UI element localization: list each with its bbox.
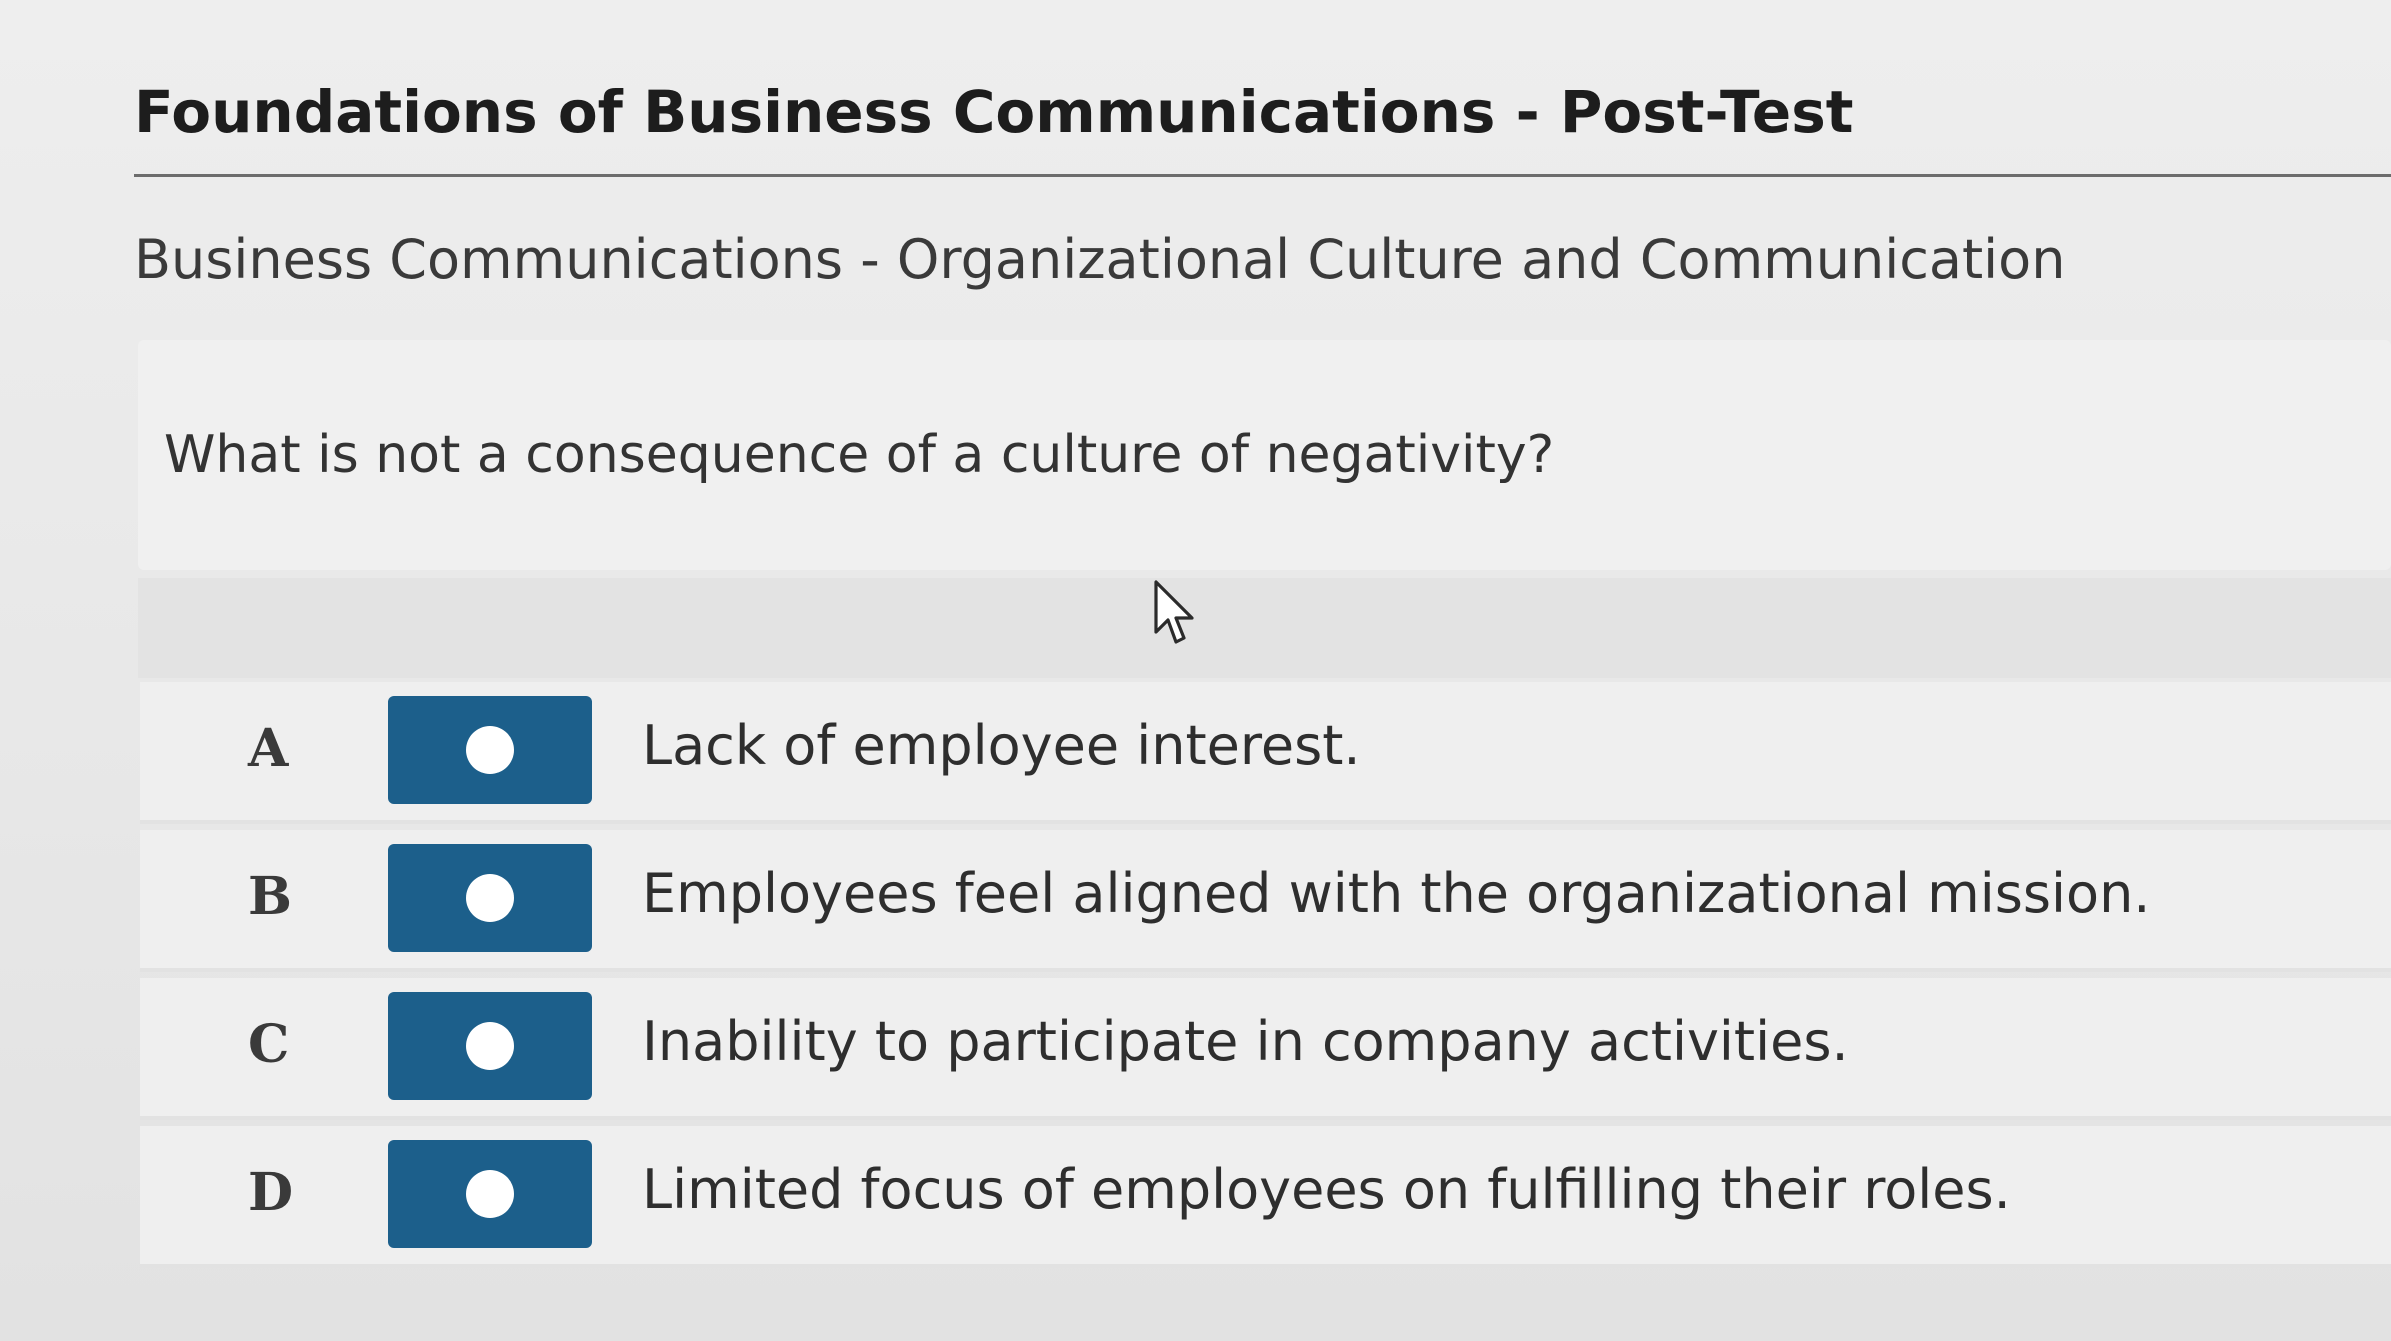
option-text[interactable]: Limited focus of employees on fulfilling…	[642, 1158, 2011, 1221]
radio-button-d[interactable]	[388, 1140, 592, 1248]
radio-dot-icon	[466, 874, 514, 922]
option-letter: A	[248, 718, 289, 779]
answers-header-band	[138, 578, 2391, 678]
page-title: Foundations of Business Communications -…	[134, 78, 1854, 146]
question-text: What is not a consequence of a culture o…	[164, 425, 1555, 485]
answer-option-a[interactable]: A Lack of employee interest.	[140, 682, 2391, 824]
radio-button-b[interactable]	[388, 844, 592, 952]
option-text[interactable]: Employees feel aligned with the organiza…	[642, 862, 2150, 925]
answer-option-b[interactable]: B Employees feel aligned with the organi…	[140, 830, 2391, 972]
option-letter: C	[248, 1014, 290, 1075]
option-text[interactable]: Inability to participate in company acti…	[642, 1010, 1849, 1073]
radio-dot-icon	[466, 1022, 514, 1070]
radio-button-c[interactable]	[388, 992, 592, 1100]
option-letter: D	[248, 1162, 294, 1223]
radio-button-a[interactable]	[388, 696, 592, 804]
option-text[interactable]: Lack of employee interest.	[642, 714, 1361, 777]
title-divider	[134, 174, 2391, 177]
option-letter: B	[248, 866, 292, 927]
radio-dot-icon	[466, 1170, 514, 1218]
quiz-page: Foundations of Business Communications -…	[0, 0, 2391, 1341]
answer-option-c[interactable]: C Inability to participate in company ac…	[140, 978, 2391, 1120]
mouse-pointer-icon	[1154, 580, 1194, 644]
section-subtitle: Business Communications - Organizational…	[134, 228, 2066, 291]
answer-option-d[interactable]: D Limited focus of employees on fulfilli…	[140, 1126, 2391, 1268]
radio-dot-icon	[466, 726, 514, 774]
